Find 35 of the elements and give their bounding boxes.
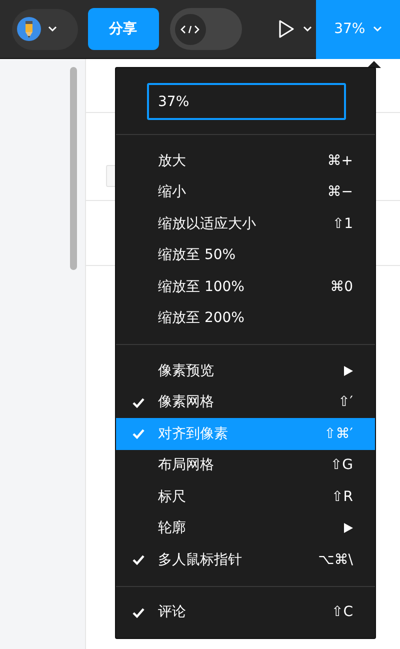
- shortcut-label: ⌘+: [327, 152, 353, 169]
- menu-item[interactable]: 像素网格 ⇧′: [116, 386, 375, 418]
- menu-item[interactable]: 缩放至 50%: [116, 240, 375, 271]
- menu-item[interactable]: 缩放至 200%: [116, 302, 375, 334]
- zoom-input-field[interactable]: 37%: [147, 83, 346, 120]
- shortcut-label: ⇧′: [338, 394, 353, 410]
- shortcut-label: ⇧⌘′: [324, 426, 353, 442]
- menu-item[interactable]: 缩放至 100% ⌘0: [116, 271, 375, 302]
- menu-item[interactable]: 评论 ⇧C: [116, 596, 375, 628]
- scrollbar[interactable]: [70, 67, 77, 270]
- menu-item[interactable]: 标尺 ⇧R: [116, 481, 375, 512]
- pencil-avatar-icon: [17, 17, 41, 41]
- caret-icon: [303, 26, 312, 32]
- menu-item[interactable]: 布局网格 ⇧G: [116, 450, 375, 481]
- menu-item[interactable]: 缩放以适应大小 ⇧1: [116, 208, 375, 240]
- caret-icon: [373, 26, 382, 32]
- shortcut-label: ⌘−: [327, 184, 353, 200]
- submenu-arrow-icon: [344, 523, 353, 534]
- menu-item[interactable]: 多人鼠标指针 ⌥⌘\: [116, 544, 375, 576]
- submenu-arrow-icon: [344, 366, 353, 376]
- shortcut-label: ⇧C: [331, 604, 353, 620]
- shortcut-label: ⌘0: [330, 278, 353, 295]
- menu-item[interactable]: 放大 ⌘+: [116, 145, 375, 176]
- code-icon: [180, 22, 200, 36]
- shortcut-label: ⇧R: [332, 488, 353, 505]
- play-icon: [278, 19, 296, 39]
- menu-item[interactable]: 轮廓: [116, 512, 375, 544]
- shortcut-label: ⇧1: [332, 216, 353, 232]
- shortcut-label: ⇧G: [330, 457, 353, 474]
- menu-item[interactable]: 缩小 ⌘−: [116, 176, 375, 208]
- caret-icon: [48, 26, 57, 32]
- avatar-menu-button[interactable]: [12, 8, 78, 50]
- code-toggle[interactable]: [170, 8, 242, 50]
- shortcut-label: ⌥⌘\: [318, 552, 353, 568]
- menu-item[interactable]: 像素预览: [116, 355, 375, 386]
